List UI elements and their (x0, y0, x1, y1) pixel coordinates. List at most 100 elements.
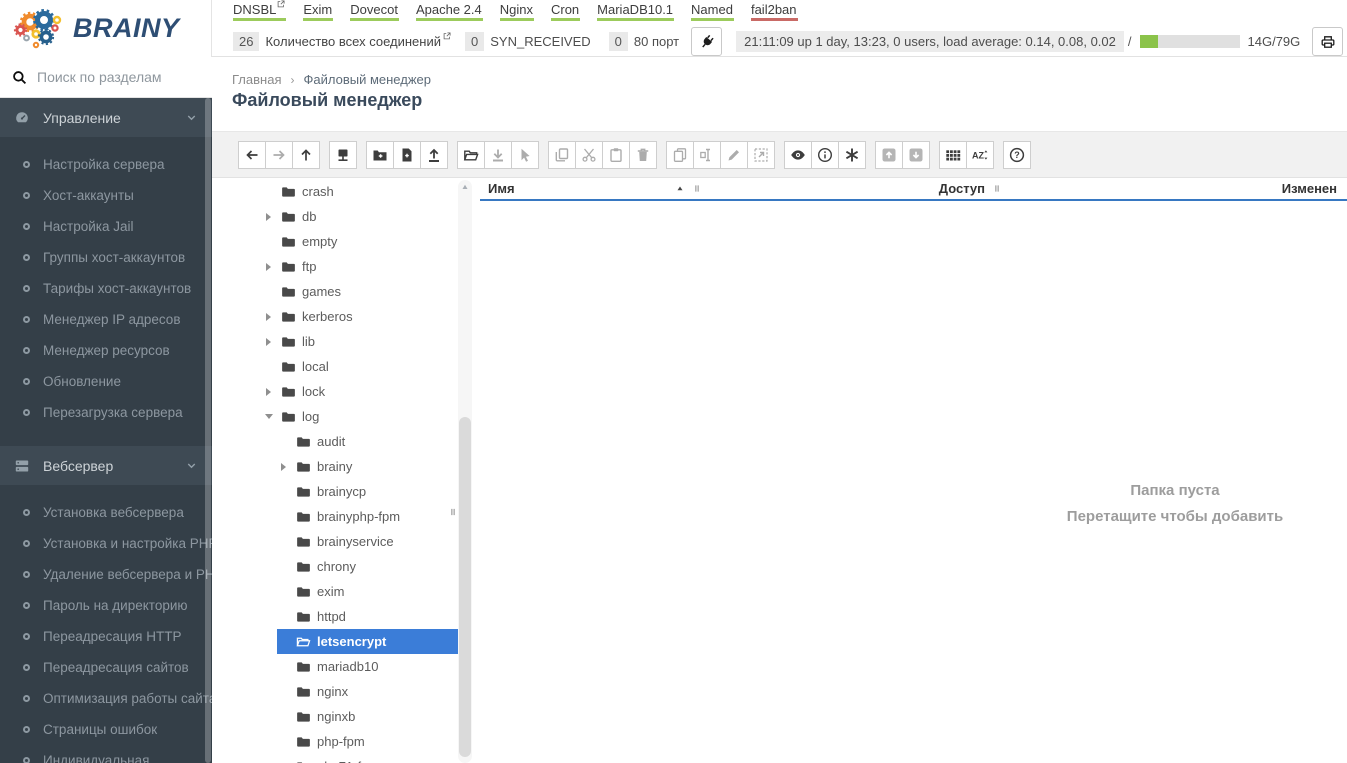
expander-collapsed-icon[interactable] (277, 454, 290, 479)
decompress-button[interactable] (902, 140, 930, 169)
nav-link-cron[interactable]: Cron (550, 1, 581, 21)
column-header-[interactable]: Имя (480, 178, 702, 199)
sidebar-scrollbar[interactable] (205, 98, 211, 763)
nav-link-fail2ban[interactable]: fail2ban (750, 1, 798, 21)
column-header-[interactable]: Изменен (1002, 178, 1347, 199)
sort-button[interactable]: AZ (966, 140, 994, 169)
tree-item-chrony[interactable]: chrony (232, 554, 478, 579)
upload-button[interactable] (420, 140, 448, 169)
preview-button[interactable] (784, 140, 812, 169)
tree-item-exim[interactable]: exim (232, 579, 478, 604)
compress-button[interactable] (875, 140, 903, 169)
sidebar-search-input[interactable] (37, 69, 197, 85)
scroll-up-icon[interactable] (460, 183, 470, 191)
sidebar-item-[interactable]: Страницы ошибок (0, 714, 212, 745)
sidebar-item-[interactable]: Группы хост-аккаунтов (0, 242, 212, 273)
grid-view-button[interactable] (939, 140, 967, 169)
tree-item-ftp[interactable]: ftp (232, 254, 478, 279)
delete-button[interactable] (629, 140, 657, 169)
sidebar-item-[interactable]: Менеджер ресурсов (0, 335, 212, 366)
tree-item-php-fpm[interactable]: php-fpm (232, 729, 478, 754)
edit-button[interactable] (720, 140, 748, 169)
tree-item-mariadb10[interactable]: mariadb10 (232, 654, 478, 679)
cut-button[interactable] (575, 140, 603, 169)
sidebar-item-php[interactable]: Удаление вебсервера и PHP (0, 559, 212, 590)
download-button[interactable] (484, 140, 512, 169)
tree-item-log[interactable]: log (232, 404, 478, 429)
disk-report-button[interactable] (1312, 27, 1344, 56)
new-file-button[interactable] (393, 140, 421, 169)
nav-link-dnsbl[interactable]: DNSBL (233, 0, 287, 21)
tree-item-kerberos[interactable]: kerberos (232, 304, 478, 329)
sidebar-item-[interactable]: Пароль на директорию (0, 590, 212, 621)
sidebar-item-[interactable]: Настройка сервера (0, 149, 212, 180)
tree-item-audit[interactable]: audit (232, 429, 478, 454)
sidebar-item-jail[interactable]: Настройка Jail (0, 211, 212, 242)
info-button[interactable] (811, 140, 839, 169)
nav-link-apache-2-4[interactable]: Apache 2.4 (415, 1, 483, 21)
expander-collapsed-icon[interactable] (262, 204, 275, 229)
sidebar-item-[interactable]: Оптимизация работы сайта (0, 683, 212, 714)
tree-item-lock[interactable]: lock (232, 379, 478, 404)
tree-item-brainyservice[interactable]: brainyservice (232, 529, 478, 554)
duplicate-button[interactable] (666, 140, 694, 169)
breadcrumb-home[interactable]: Главная (232, 72, 281, 87)
help-button[interactable]: ? (1003, 140, 1031, 169)
nav-link-mariadb10-1[interactable]: MariaDB10.1 (597, 1, 675, 21)
expander-expanded-icon[interactable] (262, 404, 275, 429)
rename-button[interactable] (693, 140, 721, 169)
nav-link-nginx[interactable]: Nginx (499, 1, 534, 21)
tree-item-brainyphp-fpm[interactable]: brainyphp-fpm (232, 504, 478, 529)
tree-item-nginx[interactable]: nginx (232, 679, 478, 704)
sidebar-item-[interactable]: Индивидуальная (0, 745, 212, 763)
tree-item-letsencrypt[interactable]: letsencrypt (232, 629, 478, 654)
sidebar-section--header[interactable]: Вебсервер (0, 446, 212, 485)
paste-button[interactable] (602, 140, 630, 169)
tree-item-empty[interactable]: empty (232, 229, 478, 254)
sidebar-item-[interactable]: Хост-аккаунты (0, 180, 212, 211)
tree-scrollbar-thumb[interactable] (459, 417, 471, 757)
tree-item-brainycp[interactable]: brainycp (232, 479, 478, 504)
nav-link-dovecot[interactable]: Dovecot (350, 1, 399, 21)
sidebar-item-[interactable]: Обновление (0, 366, 212, 397)
expander-collapsed-icon[interactable] (262, 329, 275, 354)
open-folder-button[interactable] (457, 140, 485, 169)
new-folder-button[interactable] (366, 140, 394, 169)
tree-item-brainy[interactable]: brainy (232, 454, 478, 479)
panel-resize-grip[interactable] (448, 505, 458, 519)
expander-collapsed-icon[interactable] (262, 379, 275, 404)
extract-button[interactable] (747, 140, 775, 169)
tree-scrollbar[interactable] (458, 180, 472, 763)
nav-link-exim[interactable]: Exim (303, 1, 334, 21)
column-header-[interactable]: Доступ (702, 178, 1002, 199)
tree-item-nginxb[interactable]: nginxb (232, 704, 478, 729)
sidebar-item-php[interactable]: Установка и настройка PHP (0, 528, 212, 559)
sidebar-item-[interactable]: Тарифы хост-аккаунтов (0, 273, 212, 304)
tree-item-php71-fpm[interactable]: php71-fpm (232, 754, 478, 763)
network-folders-button[interactable] (329, 140, 357, 169)
tree-item-local[interactable]: local (232, 354, 478, 379)
tree-item-httpd[interactable]: httpd (232, 604, 478, 629)
sidebar-item-[interactable]: Переадресация сайтов (0, 652, 212, 683)
copy-button[interactable] (548, 140, 576, 169)
sidebar-item-[interactable]: Установка вебсервера (0, 497, 212, 528)
sidebar-section--header[interactable]: Управление (0, 98, 212, 137)
forward-button[interactable] (265, 140, 293, 169)
tree-item-lib[interactable]: lib (232, 329, 478, 354)
nav-link-named[interactable]: Named (691, 1, 734, 21)
expander-collapsed-icon[interactable] (262, 304, 275, 329)
back-button[interactable] (238, 140, 266, 169)
select-pointer-button[interactable] (511, 140, 539, 169)
connections-link[interactable]: Количество всех соединений (265, 32, 451, 49)
up-button[interactable] (292, 140, 320, 169)
tree-item-games[interactable]: games (232, 279, 478, 304)
connections-plug-button[interactable] (691, 27, 723, 56)
tree-item-crash[interactable]: crash (232, 179, 478, 204)
sidebar-item-http[interactable]: Переадресация HTTP (0, 621, 212, 652)
sidebar-item-[interactable]: Перезагрузка сервера (0, 397, 212, 428)
sidebar-item-ip[interactable]: Менеджер IP адресов (0, 304, 212, 335)
expander-collapsed-icon[interactable] (262, 254, 275, 279)
permissions-button[interactable] (838, 140, 866, 169)
brainy-logo[interactable]: BRAINY (0, 0, 212, 57)
tree-item-db[interactable]: db (232, 204, 478, 229)
